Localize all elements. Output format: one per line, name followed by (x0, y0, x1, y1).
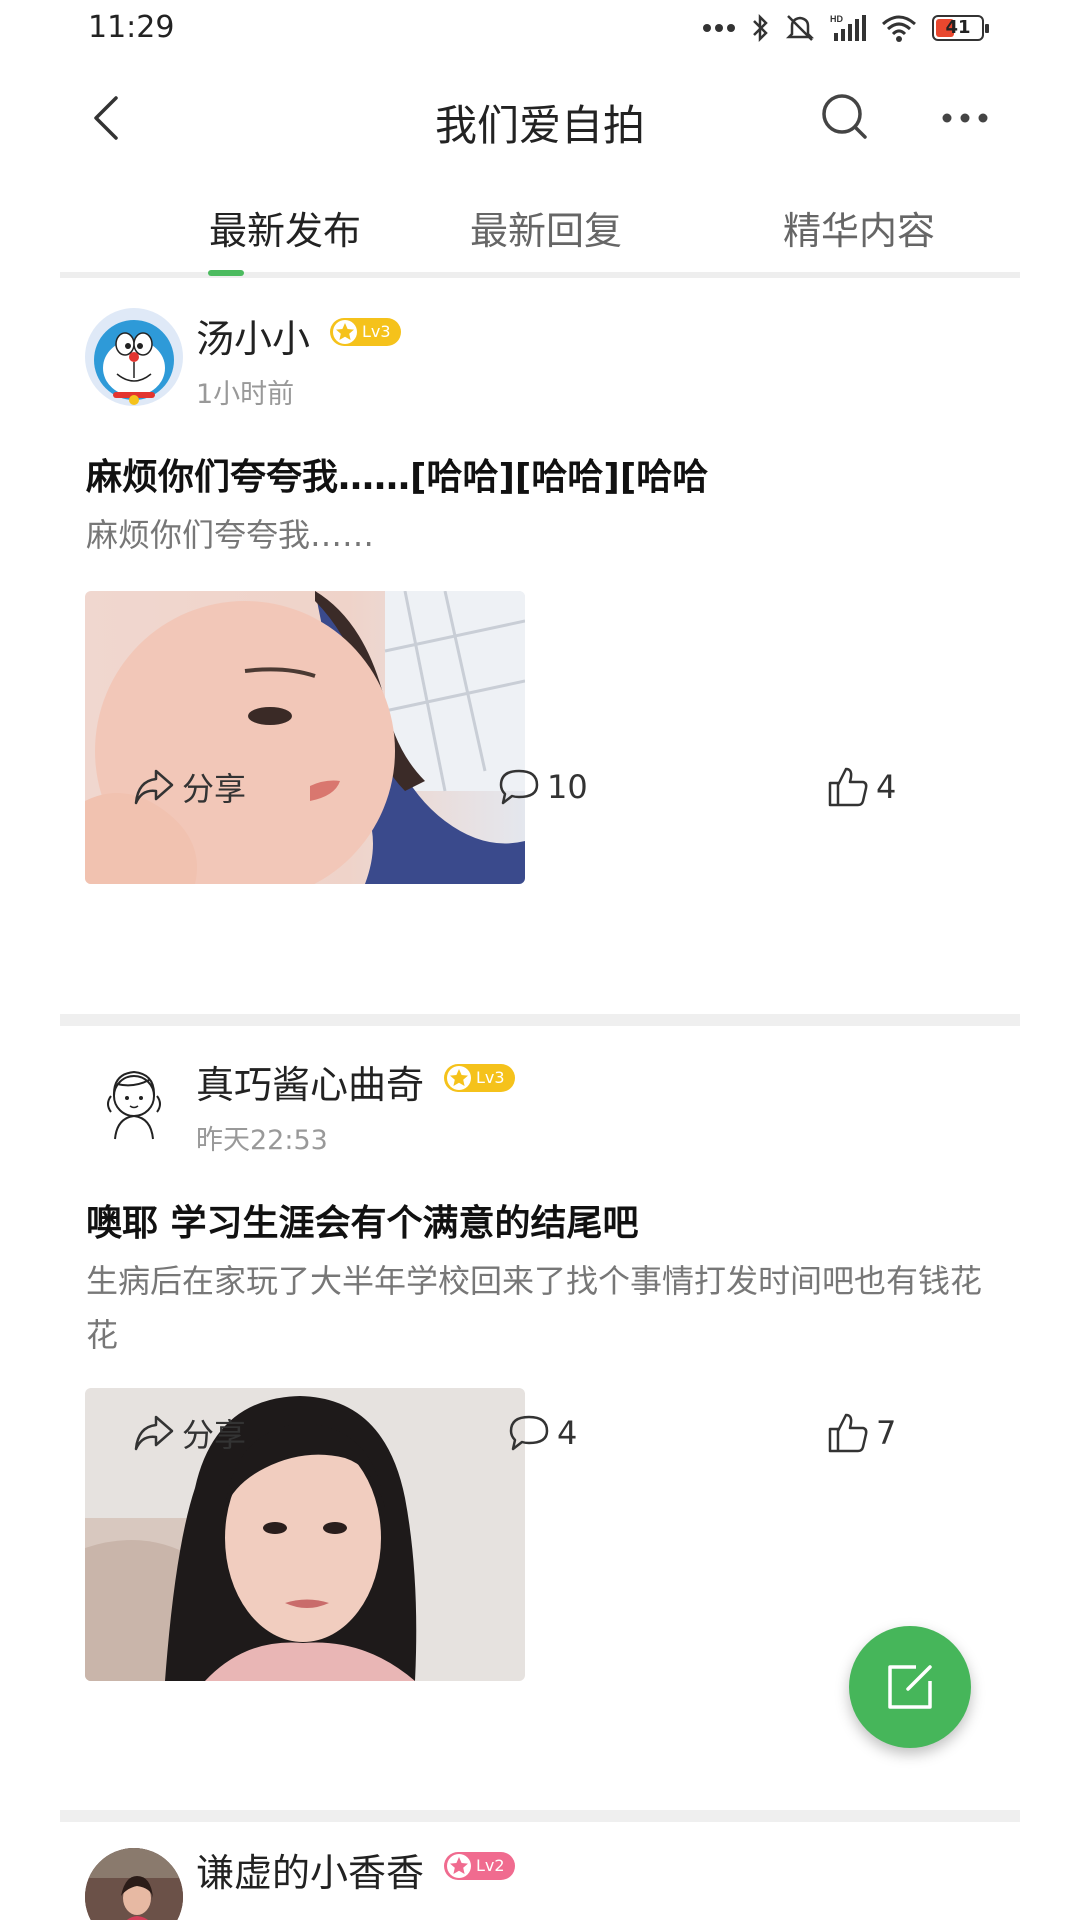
level-text: Lv3 (476, 1068, 505, 1087)
comment-count: 4 (557, 1414, 578, 1452)
author-name[interactable]: 谦虚的小香香 (196, 1842, 424, 1897)
like-count: 4 (876, 768, 897, 806)
share-icon (134, 1415, 174, 1451)
status-time: 11:29 (88, 10, 175, 45)
svg-text:HD: HD (830, 14, 843, 24)
girl-drawing-avatar-image (107, 1070, 161, 1140)
active-tab-indicator (208, 270, 244, 276)
selfie-photo (85, 591, 525, 884)
post-excerpt[interactable]: 麻烦你们夸夸我…… (86, 508, 986, 562)
post-image[interactable] (85, 591, 525, 884)
star-icon (333, 320, 357, 344)
post-divider (60, 1014, 1020, 1026)
comment-icon (509, 1415, 549, 1451)
level-badge: Lv3 (330, 318, 401, 346)
tab-latest-replies[interactable]: 最新回复 (396, 200, 696, 255)
signal-icon: HD (830, 14, 866, 41)
tab-latest-posts[interactable]: 最新发布 (135, 200, 435, 255)
status-icons: HD 41 (702, 12, 989, 44)
tab-featured[interactable]: 精华内容 (709, 200, 1009, 255)
like-count: 7 (876, 1414, 897, 1452)
comment-button[interactable]: 10 (497, 762, 588, 812)
level-badge: Lv2 (444, 1852, 515, 1880)
level-badge: Lv3 (444, 1064, 515, 1092)
more-button[interactable] (935, 88, 995, 148)
star-icon (447, 1066, 471, 1090)
level-text: Lv3 (362, 322, 391, 341)
share-label: 分享 (182, 770, 247, 808)
search-icon (822, 94, 867, 139)
post-card[interactable]: 汤小小 Lv3 1小时前 麻烦你们夸夸我……[哈哈][哈哈][哈哈 麻烦你们夸夸… (60, 280, 1020, 1015)
post-excerpt[interactable]: 生病后在家玩了大半年学校回来了找个事情打发时间吧也有钱花花 (86, 1254, 986, 1362)
comment-icon (499, 769, 539, 805)
thumbs-up-icon (828, 1413, 868, 1453)
avatar[interactable] (85, 308, 183, 406)
author-name[interactable]: 汤小小 (196, 308, 310, 363)
battery-level: 41 (945, 17, 971, 38)
post-time: 1小时前 (196, 379, 295, 410)
like-button[interactable]: 4 (826, 762, 896, 812)
share-button[interactable]: 分享 (132, 762, 246, 812)
comment-count: 10 (547, 768, 588, 806)
status-bar: 11:29 HD 41 (0, 0, 1080, 60)
avatar[interactable] (85, 1054, 183, 1152)
doraemon-avatar-image (94, 320, 174, 405)
post-title[interactable]: 噢耶 学习生涯会有个满意的结尾吧 (86, 1194, 639, 1246)
avatar[interactable] (85, 1848, 183, 1920)
post-divider (60, 1810, 1020, 1822)
search-button[interactable] (815, 88, 875, 148)
post-time: 昨天22:53 (196, 1125, 328, 1156)
share-label: 分享 (182, 1416, 247, 1454)
post-title[interactable]: 麻烦你们夸夸我……[哈哈][哈哈][哈哈 (86, 448, 708, 500)
photo-avatar-image (85, 1848, 183, 1920)
compose-post-button[interactable] (849, 1626, 971, 1748)
mute-icon (785, 15, 815, 41)
tab-bar: 最新发布 最新回复 精华内容 (60, 178, 1020, 278)
comment-button[interactable]: 4 (507, 1408, 577, 1458)
more-dots-icon (942, 113, 988, 123)
thumbs-up-icon (828, 767, 868, 807)
share-icon (134, 769, 174, 805)
wifi-icon (882, 15, 916, 42)
level-text: Lv2 (476, 1856, 505, 1875)
page-title: 我们爱自拍 (434, 101, 645, 150)
star-icon (447, 1854, 471, 1878)
bluetooth-icon (753, 13, 768, 43)
like-button[interactable]: 7 (826, 1408, 896, 1458)
more-notifications-icon (703, 24, 735, 32)
share-button[interactable]: 分享 (132, 1408, 246, 1458)
author-name[interactable]: 真巧酱心曲奇 (196, 1054, 424, 1109)
compose-icon (888, 1665, 932, 1709)
battery-icon: 41 (932, 15, 989, 41)
post-card[interactable]: 谦虚的小香香 Lv2 (60, 1822, 1020, 1920)
header: 我们爱自拍 (60, 60, 1020, 178)
